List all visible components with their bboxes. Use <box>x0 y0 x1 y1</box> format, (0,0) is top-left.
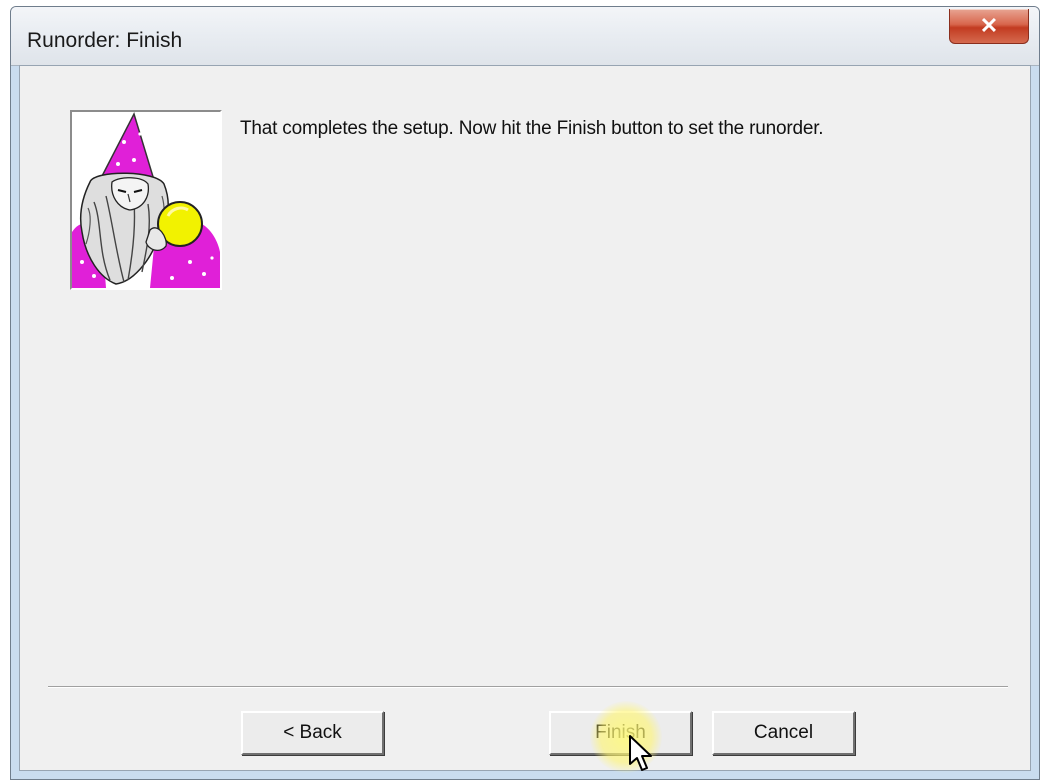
title-bar[interactable]: Runorder: Finish ✕ <box>11 7 1039 66</box>
instruction-text: That completes the setup. Now hit the Fi… <box>240 118 824 139</box>
wizard-icon <box>70 110 222 290</box>
button-separator <box>48 686 1008 688</box>
dialog-body: That completes the setup. Now hit the Fi… <box>19 65 1031 773</box>
close-button[interactable]: ✕ <box>949 9 1029 44</box>
dialog-window: Runorder: Finish ✕ That completes the se… <box>10 6 1040 780</box>
wizard-illustration <box>72 112 220 288</box>
finish-button[interactable]: Finish <box>549 711 692 755</box>
window-title: Runorder: Finish <box>27 29 183 52</box>
back-button[interactable]: < Back <box>241 711 384 755</box>
close-icon: ✕ <box>979 13 999 38</box>
cancel-button[interactable]: Cancel <box>712 711 855 755</box>
